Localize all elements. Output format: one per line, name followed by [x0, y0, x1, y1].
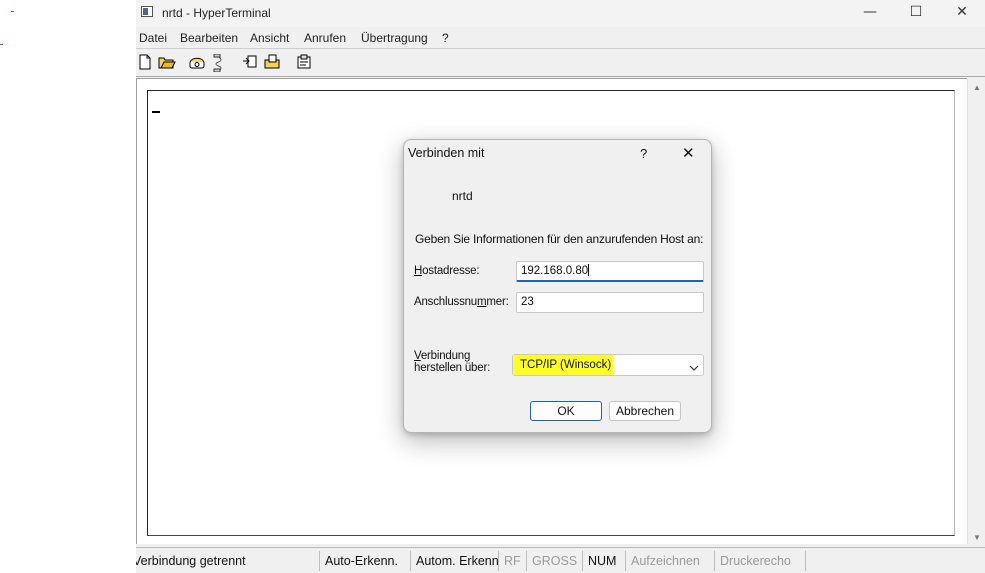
scroll-down-icon[interactable]: ▼	[968, 530, 985, 546]
connect-via-label: Verbindung herstellen über:	[414, 350, 491, 374]
maximize-button[interactable]: ☐	[893, 0, 939, 27]
dialog-prompt: Geben Sie Informationen für den anzurufe…	[415, 232, 704, 246]
toolbar	[136, 49, 985, 77]
menu-ansicht[interactable]: Ansicht	[250, 31, 289, 45]
menu-bar: Datei Bearbeiten Ansicht Anrufen Übertra…	[136, 28, 985, 49]
new-icon[interactable]	[136, 52, 158, 72]
app-icon	[141, 6, 153, 17]
status-bar: Verbindung getrennt Auto-Erkenn. Autom. …	[136, 547, 985, 573]
menu-anrufen[interactable]: Anrufen	[304, 31, 346, 45]
status-autom-detect: Autom. Erkenn.	[411, 551, 499, 571]
menu-uebertragung[interactable]: Übertragung	[361, 31, 428, 45]
vertical-scrollbar[interactable]: ▲ ▼	[967, 78, 985, 544]
status-record: Aufzeichnen	[626, 551, 715, 571]
status-caps: GROSS	[527, 551, 583, 571]
terminal-cursor	[152, 111, 160, 113]
connect-dialog: Verbinden mit ? ✕ nrtd Geben Sie Informa…	[403, 139, 712, 433]
status-num: NUM	[583, 551, 626, 571]
connection-icon	[412, 178, 444, 210]
receive-icon[interactable]	[261, 52, 283, 72]
connect-via-select[interactable]: TCP/IP (Winsock)	[512, 354, 704, 376]
status-connection: Verbindung getrennt	[136, 551, 320, 571]
status-auto-detect: Auto-Erkenn.	[320, 551, 411, 571]
close-button[interactable]: ✕	[939, 0, 985, 27]
chevron-down-icon	[689, 361, 699, 375]
window-title: nrtd - HyperTerminal	[162, 6, 271, 20]
disconnect-icon[interactable]	[209, 52, 231, 72]
menu-bearbeiten[interactable]: Bearbeiten	[180, 31, 238, 45]
dialog-title: Verbinden mit	[408, 146, 485, 160]
title-bar[interactable]: nrtd - HyperTerminal — ☐ ✕	[136, 0, 985, 27]
properties-icon[interactable]	[294, 52, 316, 72]
help-button[interactable]: ?	[640, 146, 647, 161]
port-label: Anschlussnummer:	[414, 296, 509, 308]
connect-via-value: TCP/IP (Winsock)	[513, 355, 613, 375]
host-address-input[interactable]: 192.168.0.80	[516, 261, 704, 282]
menu-datei[interactable]: Datei	[139, 31, 167, 45]
connection-name: nrtd	[452, 189, 473, 203]
scroll-up-icon[interactable]: ▲	[968, 80, 985, 96]
port-number-input[interactable]: 23	[516, 292, 704, 313]
host-label: Hostadresse:	[414, 265, 480, 277]
dialog-close-button[interactable]: ✕	[682, 144, 695, 162]
send-icon[interactable]	[240, 52, 262, 72]
menu-help[interactable]: ?	[442, 31, 449, 45]
status-echo: Druckerecho	[715, 551, 806, 571]
open-icon[interactable]	[156, 52, 178, 72]
status-rf: RF	[499, 551, 527, 571]
ok-button[interactable]: OK	[530, 401, 602, 421]
call-icon[interactable]	[186, 52, 208, 72]
minimize-button[interactable]: —	[847, 0, 893, 27]
cancel-button[interactable]: Abbrechen	[609, 401, 681, 421]
